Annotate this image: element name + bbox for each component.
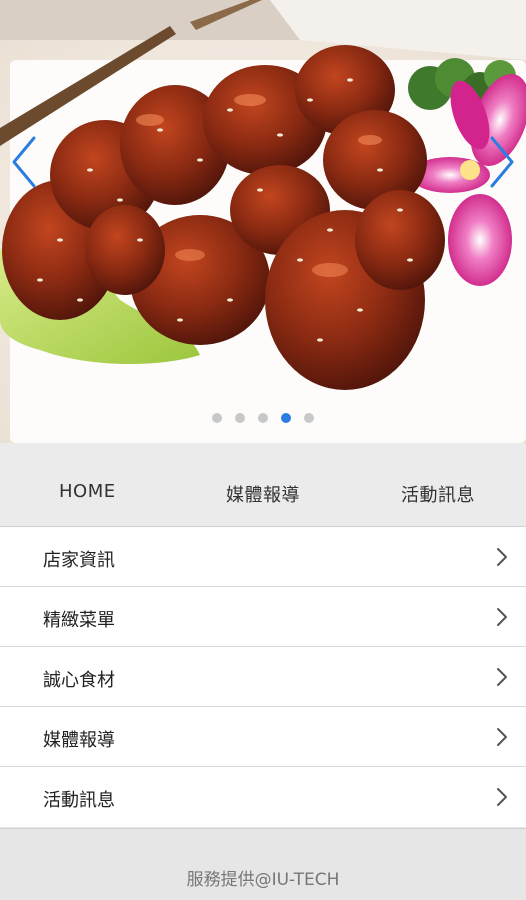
chevron-right-icon	[496, 547, 508, 567]
carousel-next-button[interactable]	[482, 130, 522, 194]
top-navigation: HOME 媒體報導 活動訊息	[0, 443, 526, 527]
carousel-dot[interactable]	[212, 413, 222, 423]
menu-item-ingredients[interactable]: 誠心食材	[0, 647, 526, 707]
footer: 服務提供@IU-TECH	[0, 828, 526, 900]
menu-item-label: 媒體報導	[43, 730, 115, 751]
footer-credit: 服務提供@IU-TECH	[186, 870, 340, 890]
menu-item-label: 店家資訊	[43, 550, 115, 571]
menu-item-store-info[interactable]: 店家資訊	[0, 527, 526, 587]
menu-list: 店家資訊 精緻菜單 誠心食材 媒體報導 活動訊息	[0, 527, 526, 827]
carousel-dot[interactable]	[258, 413, 268, 423]
chevron-right-icon	[496, 727, 508, 747]
chevron-right-icon	[496, 607, 508, 627]
carousel-prev-button[interactable]	[4, 130, 44, 194]
nav-home[interactable]: HOME	[59, 481, 116, 502]
hero-carousel[interactable]	[0, 0, 526, 443]
menu-item-label: 活動訊息	[43, 790, 115, 811]
menu-item-label: 誠心食材	[43, 670, 115, 691]
sweet-and-sour-pork-photo	[0, 0, 526, 443]
chevron-right-icon	[490, 136, 514, 188]
chevron-left-icon	[12, 136, 36, 188]
carousel-pagination	[0, 413, 526, 425]
nav-event-news[interactable]: 活動訊息	[401, 481, 475, 507]
menu-item-fine-menu[interactable]: 精緻菜單	[0, 587, 526, 647]
nav-media-reports[interactable]: 媒體報導	[226, 481, 300, 507]
chevron-right-icon	[496, 787, 508, 807]
menu-item-media-reports[interactable]: 媒體報導	[0, 707, 526, 767]
menu-item-label: 精緻菜單	[43, 610, 115, 631]
carousel-dot[interactable]	[235, 413, 245, 423]
app-screen: HOME 媒體報導 活動訊息 店家資訊 精緻菜單 誠心食材 媒體報導 活動訊息 …	[0, 0, 526, 900]
carousel-dot-active[interactable]	[281, 413, 291, 423]
chevron-right-icon	[496, 667, 508, 687]
menu-item-event-news[interactable]: 活動訊息	[0, 767, 526, 827]
carousel-dot[interactable]	[304, 413, 314, 423]
